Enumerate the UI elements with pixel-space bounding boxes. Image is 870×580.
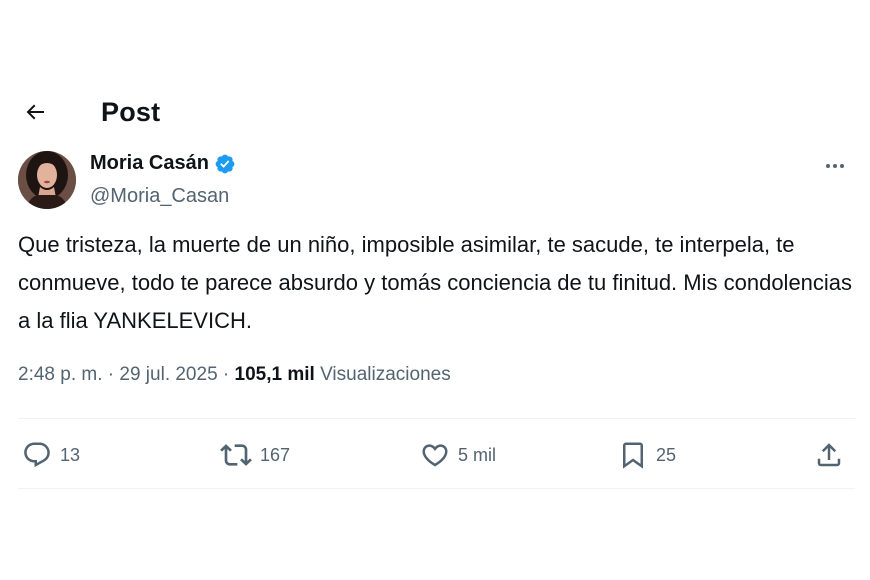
post-meta: 2:48 p. m. · 29 jul. 2025 · 105,1 mil Vi… (18, 364, 451, 386)
bookmark-count: 25 (656, 444, 677, 465)
meta-separator: · (107, 364, 115, 385)
repost-icon (220, 444, 252, 466)
views-label: Visualizaciones (320, 364, 451, 385)
heart-icon (422, 444, 448, 467)
back-button[interactable] (18, 95, 52, 129)
verified-badge-icon[interactable] (214, 153, 236, 175)
avatar[interactable] (18, 151, 76, 209)
post-header: Post (18, 90, 858, 134)
reply-icon (24, 442, 50, 468)
author-handle[interactable]: @Moria_Casan (90, 185, 229, 208)
divider (18, 488, 855, 489)
name-row: Moria Casán (90, 152, 236, 175)
reply-count: 13 (60, 444, 81, 465)
post-text: Que tristeza, la muerte de un niño, impo… (18, 232, 853, 333)
share-icon (817, 443, 841, 467)
views-count: 105,1 mil (234, 364, 315, 385)
more-options-button[interactable] (818, 151, 852, 181)
post-actions: 13 167 5 mil 25 (18, 432, 853, 478)
avatar-image (18, 151, 76, 209)
post-time[interactable]: 2:48 p. m. (18, 364, 103, 385)
repost-count: 167 (260, 444, 291, 465)
bookmark-icon (623, 442, 643, 469)
meta-separator: · (222, 364, 230, 385)
post-date[interactable]: 29 jul. 2025 (119, 364, 217, 385)
arrow-left-icon (26, 104, 44, 120)
more-horizontal-icon (826, 164, 844, 168)
like-count: 5 mil (458, 444, 497, 465)
display-name[interactable]: Moria Casán (90, 152, 209, 175)
like-button[interactable]: 5 mil (420, 432, 496, 478)
divider (18, 418, 855, 419)
page-title: Post (101, 96, 161, 127)
post-author: Moria Casán @Moria_Casan (18, 151, 858, 213)
repost-button[interactable]: 167 (220, 432, 290, 478)
share-button[interactable] (814, 432, 844, 478)
bookmark-button[interactable]: 25 (618, 432, 676, 478)
reply-button[interactable]: 13 (22, 432, 80, 478)
